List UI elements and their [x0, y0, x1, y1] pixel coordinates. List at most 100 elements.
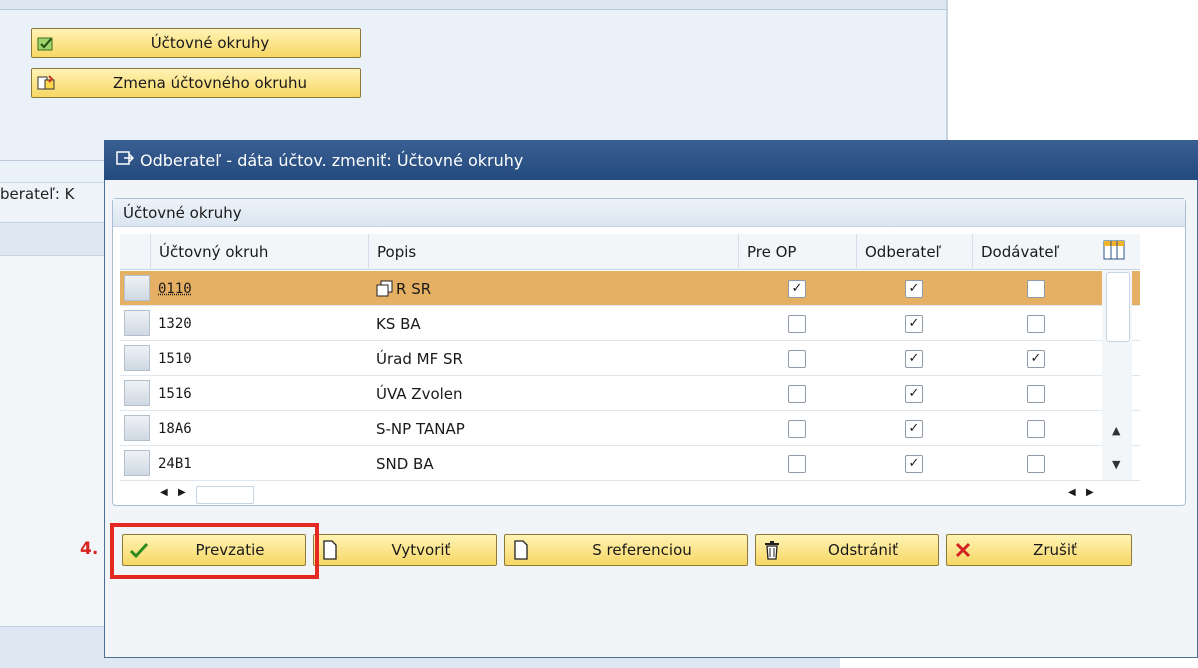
scroll-left-icon-right[interactable]: ◀: [1068, 487, 1076, 498]
pre-op-checkbox[interactable]: ✓: [788, 279, 806, 298]
company-codes-button-label: Účtovné okruhy: [150, 34, 270, 52]
description-cell: SND BA: [368, 446, 738, 481]
change-company-code-button[interactable]: Zmena účtovného okruhu: [31, 68, 361, 98]
column-config-icon[interactable]: [1103, 240, 1125, 264]
scroll-left-icon[interactable]: ◀: [160, 487, 168, 498]
table-row[interactable]: 18A6 S-NP TANAP ✓: [120, 411, 1140, 446]
pre-op-checkbox-cell: ✓: [738, 271, 856, 306]
vendor-checkbox-cell: [972, 376, 1100, 411]
pre-op-checkbox-cell: [738, 411, 856, 446]
table-row[interactable]: 1320 KS BA ✓: [120, 306, 1140, 341]
description-cell: Úrad MF SR: [368, 341, 738, 376]
horizontal-scrollbar[interactable]: ◀ ▶ ◀ ▶: [120, 484, 1140, 506]
scroll-right-icon-right[interactable]: ▶: [1086, 487, 1094, 498]
cancel-button-label: Zrušiť: [1033, 541, 1077, 559]
company-codes-button[interactable]: Účtovné okruhy: [31, 28, 361, 58]
delete-button[interactable]: Odstrániť: [755, 534, 939, 566]
description-cell: ÚVA Zvolen: [368, 376, 738, 411]
column-header-vendor[interactable]: Dodávateľ: [972, 234, 1100, 270]
customer-checkbox[interactable]: ✓: [905, 384, 923, 403]
red-x-icon: [947, 541, 979, 559]
scroll-up-icon[interactable]: ▲: [1112, 424, 1120, 437]
column-header-customer[interactable]: Odberateľ: [856, 234, 972, 270]
customer-checkbox[interactable]: ✓: [905, 279, 923, 298]
customer-checkbox-cell: ✓: [856, 446, 972, 481]
customer-checkbox-cell: ✓: [856, 376, 972, 411]
pre-op-checkbox-cell: [738, 306, 856, 341]
table-header: Účtovný okruh Popis Pre OP Odberateľ Dod…: [120, 234, 1140, 270]
description-text: KS BA: [376, 314, 421, 333]
table-row[interactable]: 1516 ÚVA Zvolen ✓: [120, 376, 1140, 411]
column-header-company-code[interactable]: Účtovný okruh: [150, 234, 368, 270]
pre-op-checkbox-cell: [738, 341, 856, 376]
vendor-checkbox-cell: ✓: [972, 341, 1100, 376]
company-code-cell[interactable]: 24B1: [150, 446, 368, 481]
description-text: ÚVA Zvolen: [376, 384, 463, 403]
customer-checkbox-cell: ✓: [856, 411, 972, 446]
company-code-cell[interactable]: 1320: [150, 306, 368, 341]
delete-button-label: Odstrániť: [828, 541, 898, 559]
table-row[interactable]: 0110 R SR ✓ ✓: [120, 271, 1140, 306]
customer-checkbox[interactable]: ✓: [905, 314, 923, 333]
row-selector[interactable]: [124, 345, 150, 371]
with-reference-button[interactable]: S referenciou: [504, 534, 748, 566]
company-code-cell[interactable]: 0110: [150, 271, 368, 306]
background-top-bar: [0, 0, 948, 10]
customer-checkbox-cell: ✓: [856, 341, 972, 376]
customer-checkbox[interactable]: ✓: [905, 419, 923, 438]
change-company-code-button-label: Zmena účtovného okruhu: [112, 74, 307, 92]
copy-icon[interactable]: [376, 279, 396, 298]
pre-op-checkbox[interactable]: [788, 384, 806, 403]
vendor-checkbox-cell: [972, 271, 1100, 306]
trash-icon: [756, 540, 788, 560]
row-selector[interactable]: [124, 310, 150, 336]
table-row[interactable]: 1510 Úrad MF SR ✓ ✓: [120, 341, 1140, 376]
row-selector[interactable]: [124, 415, 150, 441]
vendor-checkbox[interactable]: [1027, 384, 1045, 403]
vendor-checkbox[interactable]: [1027, 454, 1045, 473]
pre-op-checkbox[interactable]: [788, 419, 806, 438]
table-row[interactable]: 24B1 SND BA ✓: [120, 446, 1140, 481]
pre-op-checkbox-cell: [738, 376, 856, 411]
cancel-button[interactable]: Zrušiť: [946, 534, 1132, 566]
scrollbar-thumb[interactable]: [1106, 272, 1130, 342]
dialog-title-bar[interactable]: Odberateľ - dáta účtov. zmeniť: Účtovné …: [104, 140, 1198, 180]
dialog-window-icon: [116, 150, 135, 170]
vendor-checkbox[interactable]: [1027, 314, 1045, 333]
company-code-cell[interactable]: 1516: [150, 376, 368, 411]
pre-op-checkbox[interactable]: [788, 349, 806, 368]
pre-op-checkbox[interactable]: [788, 314, 806, 333]
background-left-content: [0, 256, 110, 626]
row-selector[interactable]: [124, 275, 150, 301]
vendor-checkbox[interactable]: ✓: [1027, 349, 1045, 368]
column-header-pre-op[interactable]: Pre OP: [738, 234, 856, 270]
hscroll-thumb[interactable]: [196, 486, 254, 504]
with-reference-button-label: S referenciou: [592, 541, 692, 559]
customer-checkbox-cell: ✓: [856, 306, 972, 341]
group-title: Účtovné okruhy: [113, 199, 1185, 227]
create-button[interactable]: Vytvoriť: [313, 534, 497, 566]
scroll-right-icon[interactable]: ▶: [178, 487, 186, 498]
customer-checkbox[interactable]: ✓: [905, 349, 923, 368]
company-code-cell[interactable]: 18A6: [150, 411, 368, 446]
vendor-checkbox-cell: [972, 446, 1100, 481]
green-check-stamp-icon: [32, 34, 60, 52]
row-selector[interactable]: [124, 380, 150, 406]
vendor-checkbox-cell: [972, 306, 1100, 341]
change-layout-icon: [32, 74, 60, 92]
description-cell: R SR: [368, 271, 738, 306]
company-code-cell[interactable]: 1510: [150, 341, 368, 376]
customer-checkbox[interactable]: ✓: [905, 454, 923, 473]
background-screen-label: berateľ: K: [0, 185, 75, 203]
description-text: SND BA: [376, 454, 434, 473]
vendor-checkbox[interactable]: [1027, 279, 1045, 298]
pre-op-checkbox[interactable]: [788, 454, 806, 473]
new-document-icon: [505, 540, 537, 560]
vendor-checkbox[interactable]: [1027, 419, 1045, 438]
description-text: Úrad MF SR: [376, 349, 463, 368]
background-left-bar: [0, 222, 110, 256]
scroll-down-icon[interactable]: ▼: [1112, 458, 1120, 471]
description-cell: S-NP TANAP: [368, 411, 738, 446]
row-selector[interactable]: [124, 450, 150, 476]
column-header-description[interactable]: Popis: [368, 234, 738, 270]
